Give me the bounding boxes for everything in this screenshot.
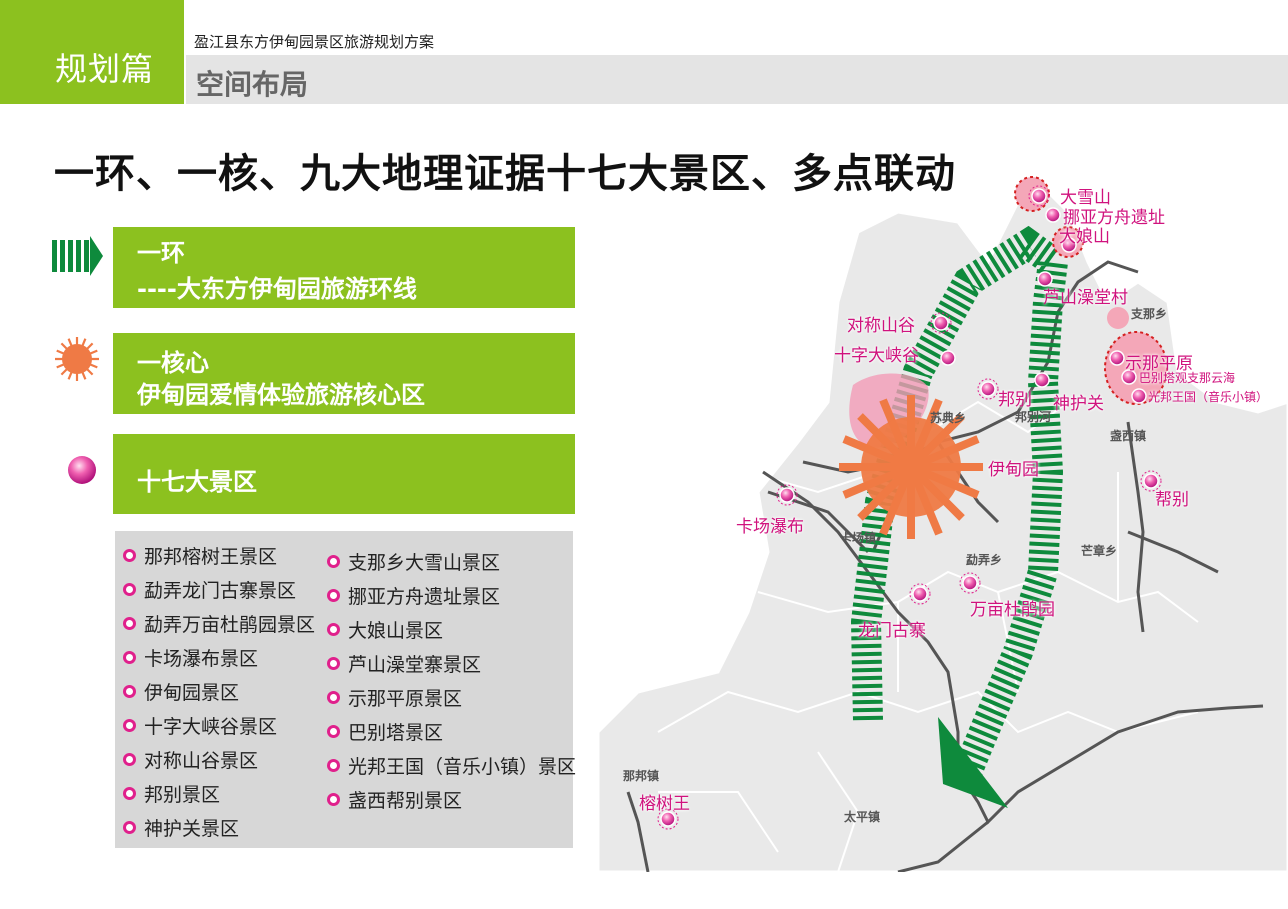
map-label-rongshu: 榕树王 — [639, 794, 690, 814]
town-label-taiping: 太平镇 — [844, 810, 881, 824]
map-label-longmen: 龙门古寨 — [858, 621, 926, 641]
document-title: 盈江县东方伊甸园景区旅游规划方案 — [194, 33, 435, 51]
list-item: 支那乡大雪山景区 — [327, 548, 500, 575]
spot-nuoya — [1045, 207, 1061, 223]
spot-kachang — [779, 487, 795, 503]
town-label-zhanxi: 盏西镇 — [1110, 429, 1147, 443]
list-item: 勐弄龙门古寨景区 — [123, 576, 296, 603]
legend-ring-title: 一环 — [137, 239, 185, 267]
bullet-icon — [123, 549, 136, 562]
pink-dot-icon — [68, 456, 96, 484]
map-graphic — [598, 176, 1288, 872]
list-item: 盏西帮别景区 — [327, 786, 462, 813]
bullet-icon — [327, 725, 340, 738]
bullet-icon — [123, 753, 136, 766]
chapter-tag: 规划篇 — [0, 0, 184, 104]
town-label-bangbiehe: 邦别河 — [1015, 410, 1052, 424]
bullet-icon — [123, 617, 136, 630]
list-item: 巴别塔景区 — [327, 718, 443, 745]
legend-ring: 一环 ----大东方伊甸园旅游环线 — [113, 227, 575, 308]
list-item: 芦山澡堂寨景区 — [327, 650, 481, 677]
bullet-icon — [327, 759, 340, 772]
green-arrow-icon — [52, 236, 103, 276]
spot-dujuan — [962, 575, 978, 591]
legend-core: 一核心 伊甸园爱情体验旅游核心区 — [113, 333, 575, 414]
list-item: 那邦榕树王景区 — [123, 542, 277, 569]
list-item: 伊甸园景区 — [123, 678, 239, 705]
list-item: 示那平原景区 — [327, 684, 462, 711]
bullet-icon — [123, 787, 136, 800]
list-item: 对称山谷景区 — [123, 746, 258, 773]
map-label-dujuan: 万亩杜鹃园 — [970, 600, 1055, 620]
bullet-icon — [327, 657, 340, 670]
scenic-area-list: 那邦榕树王景区 勐弄龙门古寨景区 勐弄万亩杜鹃园景区 卡场瀑布景区 伊甸园景区 … — [115, 531, 576, 848]
list-item: 挪亚方舟遗址景区 — [327, 582, 500, 609]
orange-sun-icon — [55, 337, 99, 381]
map-label-daniangshan: 大娘山 — [1059, 227, 1110, 247]
map-label-shenhu: 神护关 — [1053, 394, 1104, 414]
legend-ring-desc: ----大东方伊甸园旅游环线 — [137, 275, 417, 303]
map-label-shizi: 十字大峡谷 — [834, 346, 919, 366]
map-label-bangbie2: 帮别 — [1155, 490, 1189, 510]
map-label-kachang: 卡场瀑布 — [736, 517, 804, 537]
bullet-icon — [123, 651, 136, 664]
bullet-icon — [327, 691, 340, 704]
section-title: 空间布局 — [196, 68, 309, 101]
legend-core-title: 一核心 — [137, 349, 209, 377]
spot-shenhu — [1034, 372, 1050, 388]
list-item: 邦别景区 — [123, 780, 220, 807]
bullet-icon — [327, 555, 340, 568]
bullet-icon — [327, 623, 340, 636]
map-label-lushan: 芦山澡堂村 — [1043, 288, 1128, 308]
section-bar: 空间布局 — [186, 55, 1288, 104]
spot-duichen — [933, 315, 949, 331]
tourism-map: 大雪山 挪亚方舟遗址 大娘山 芦山澡堂村 对称山谷 十字大峡谷 邦别 神护关 示… — [598, 172, 1288, 872]
legend-spots: 十七大景区 — [113, 434, 575, 514]
map-label-duichen: 对称山谷 — [847, 316, 915, 336]
bullet-icon — [123, 583, 136, 596]
list-item: 神护关景区 — [123, 814, 239, 841]
legend-core-desc: 伊甸园爱情体验旅游核心区 — [137, 381, 425, 409]
spot-shizi — [940, 350, 956, 366]
spot-daxueshan — [1031, 188, 1047, 204]
town-label-mangzhang: 芒章乡 — [1081, 544, 1118, 558]
map-label-guangbang: 光邦王国（音乐小镇） — [1148, 390, 1269, 404]
spot-rongshu — [660, 811, 676, 827]
town-label-mengnong: 勐弄乡 — [966, 553, 1003, 567]
bullet-icon — [123, 719, 136, 732]
town-label-sudian: 苏典乡 — [930, 411, 967, 425]
list-item: 十字大峡谷景区 — [123, 712, 277, 739]
spot-guangbang — [1131, 388, 1147, 404]
bullet-icon — [327, 589, 340, 602]
map-label-bangbie: 邦别 — [998, 390, 1032, 410]
list-item: 光邦王国（音乐小镇）景区 — [327, 752, 576, 779]
legend-spots-title: 十七大景区 — [137, 468, 257, 496]
list-item: 卡场瀑布景区 — [123, 644, 258, 671]
spot-shina — [1109, 350, 1125, 366]
spot-longmen — [912, 586, 928, 602]
town-label-zhina: 支那乡 — [1131, 307, 1168, 321]
spot-bangbie — [980, 381, 996, 397]
town-label-kachang: 卡场镇 — [840, 531, 877, 545]
bullet-icon — [123, 821, 136, 834]
list-item: 勐弄万亩杜鹃园景区 — [123, 610, 315, 637]
chapter-tag-label: 规划篇 — [55, 50, 155, 88]
map-label-yidian: 伊甸园 — [988, 460, 1039, 480]
bullet-icon — [123, 685, 136, 698]
list-item: 大娘山景区 — [327, 616, 443, 643]
bullet-icon — [327, 793, 340, 806]
map-label-babieta: 巴别塔观支那云海 — [1139, 371, 1236, 385]
town-label-nabang: 那邦镇 — [623, 769, 660, 783]
